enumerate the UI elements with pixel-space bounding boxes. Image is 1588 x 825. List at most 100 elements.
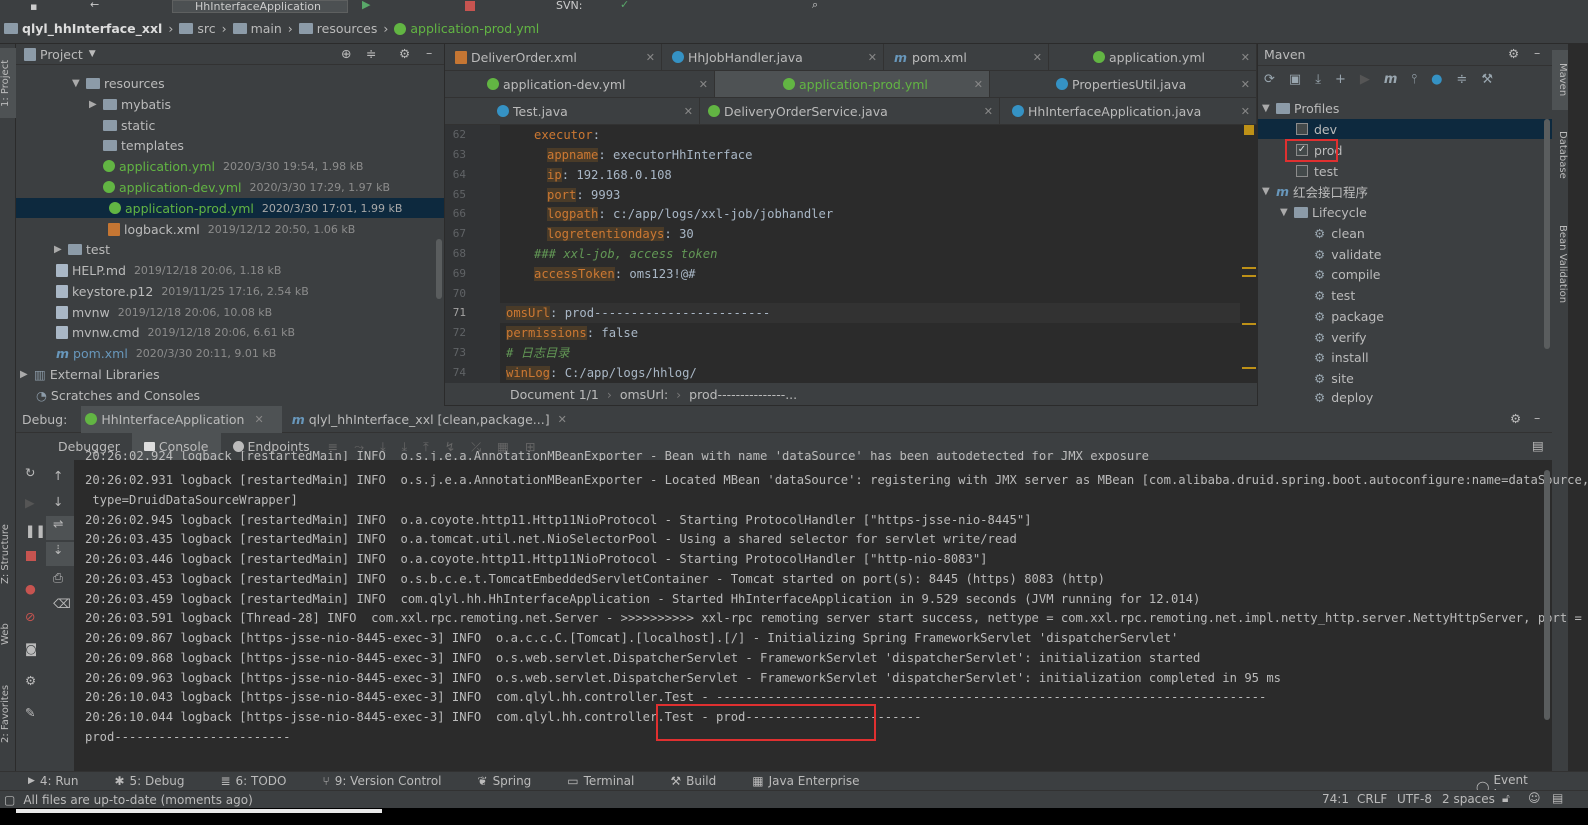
scroll-to-end-icon[interactable]: ⇣ bbox=[46, 542, 74, 566]
add-icon[interactable]: + bbox=[1335, 72, 1346, 87]
close-icon[interactable]: ✕ bbox=[254, 413, 263, 426]
layout-icon[interactable]: ▤ bbox=[1532, 438, 1544, 453]
tab-propertiesutil-java[interactable]: PropertiesUtil.java ✕ bbox=[990, 71, 1257, 98]
restart-icon[interactable]: ↻ bbox=[25, 465, 35, 480]
status-toggle-icon[interactable]: ▢ bbox=[4, 793, 15, 807]
tree-item-resources[interactable]: ▼ resources bbox=[72, 73, 165, 93]
structure-tool-tab[interactable]: Z: Structure bbox=[0, 514, 16, 594]
gear-icon[interactable]: ⚙ bbox=[399, 46, 410, 61]
gear-icon[interactable]: ⚙ bbox=[25, 673, 36, 688]
close-icon[interactable]: ✕ bbox=[1241, 78, 1250, 91]
tree-item-help-md[interactable]: HELP.md 2019/12/18 20:06, 1.18 kB bbox=[56, 260, 281, 280]
caret-position[interactable]: 74:1 bbox=[1322, 792, 1349, 806]
clear-icon[interactable]: ⌫ bbox=[53, 596, 71, 611]
profile-dev[interactable]: dev bbox=[1258, 119, 1552, 139]
tree-item-mybatis[interactable]: ▶ mybatis bbox=[89, 94, 171, 114]
hide-icon[interactable]: – bbox=[1534, 410, 1540, 425]
search-icon[interactable]: ⌕ bbox=[812, 0, 818, 12]
stop-icon[interactable] bbox=[26, 551, 36, 561]
database-tool-tab[interactable]: Database bbox=[1552, 120, 1568, 190]
tree-item-keystore[interactable]: keystore.p12 2019/11/25 17:16, 2.54 kB bbox=[56, 281, 309, 301]
yaml-path-key[interactable]: omsUrl: bbox=[620, 387, 668, 402]
breakpoints-icon[interactable]: ● bbox=[25, 581, 36, 596]
arrow-down-icon[interactable]: ↓ bbox=[53, 494, 63, 509]
yaml-document-indicator[interactable]: Document 1/1 bbox=[510, 387, 599, 402]
tool-tab-spring[interactable]: ❦ Spring bbox=[478, 774, 550, 788]
profile-test-checkbox[interactable] bbox=[1296, 165, 1308, 177]
tab-application-yml[interactable]: application.yml ✕ bbox=[1049, 44, 1257, 71]
breadcrumb-main[interactable]: main bbox=[232, 21, 282, 36]
camera-icon[interactable]: ◙ bbox=[25, 641, 37, 656]
maven-scrollbar[interactable] bbox=[1544, 119, 1550, 349]
debug-tab-app[interactable]: HhInterfaceApplication ✕ bbox=[81, 405, 282, 433]
goal-install[interactable]: ⚙ install bbox=[1314, 347, 1369, 367]
tool-tab-todo[interactable]: ≣ 6: TODO bbox=[220, 774, 304, 788]
profile-dev-checkbox[interactable] bbox=[1296, 123, 1308, 135]
close-icon[interactable]: ✕ bbox=[1241, 51, 1250, 64]
breadcrumb-file[interactable]: application-prod.yml bbox=[394, 21, 539, 36]
tab-application-dev-yml[interactable]: application-dev.yml ✕ bbox=[445, 71, 715, 98]
inspection-marker[interactable] bbox=[1244, 125, 1254, 135]
tool-tab-java-enterprise[interactable]: ▦ Java Enterprise bbox=[752, 774, 877, 788]
toggle-offline-icon[interactable]: ⫯ bbox=[1411, 72, 1417, 87]
maven-tool-tab[interactable]: Maven bbox=[1552, 50, 1568, 110]
collapse-icon[interactable]: ≑ bbox=[1456, 72, 1467, 87]
goal-validate[interactable]: ⚙ validate bbox=[1314, 244, 1381, 264]
goal-deploy[interactable]: ⚙ deploy bbox=[1314, 389, 1373, 406]
breadcrumb-project[interactable]: qlyl_hhInterface_xxl bbox=[4, 21, 162, 36]
tree-item-test[interactable]: ▶ test bbox=[54, 239, 110, 259]
web-tool-tab[interactable]: Web bbox=[0, 614, 16, 654]
file-encoding[interactable]: UTF-8 bbox=[1397, 792, 1432, 806]
debug-tab-maven[interactable]: m qlyl_hhInterface_xxl [clean,package...]… bbox=[282, 406, 577, 433]
download-icon[interactable]: ⤓ bbox=[1315, 72, 1321, 87]
close-icon[interactable]: ✕ bbox=[984, 105, 993, 118]
profile-test[interactable]: test bbox=[1296, 161, 1338, 181]
gear-icon[interactable]: ⚙ bbox=[1508, 46, 1519, 61]
tool-tab-run[interactable]: ▶ 4: Run bbox=[28, 774, 96, 788]
pin-icon[interactable]: ✎ bbox=[25, 705, 35, 720]
tree-item-logback-xml[interactable]: logback.xml 2019/12/12 20:50, 1.06 kB bbox=[108, 219, 355, 239]
indent-setting[interactable]: 2 spaces bbox=[1442, 792, 1495, 806]
tool-tab-version-control[interactable]: ⑂ 9: Version Control bbox=[322, 774, 459, 788]
close-icon[interactable]: ✕ bbox=[1241, 105, 1250, 118]
skip-tests-icon[interactable]: ● bbox=[1431, 72, 1442, 87]
tab-application-prod-yml[interactable]: application-prod.yml ✕ bbox=[715, 71, 990, 98]
tab-deliverorder-xml[interactable]: DeliverOrder.xml ✕ bbox=[445, 44, 662, 71]
bean-validation-tool-tab[interactable]: Bean Validation bbox=[1552, 214, 1568, 314]
tool-tab-build[interactable]: ⚒ Build bbox=[670, 774, 734, 788]
goal-clean[interactable]: ⚙ clean bbox=[1314, 223, 1365, 243]
gear-icon[interactable]: ⚙ bbox=[1510, 411, 1521, 426]
project-tool-tab[interactable]: 1: Project bbox=[0, 48, 16, 118]
resume-icon[interactable]: ▶ bbox=[25, 495, 35, 510]
soft-wrap-icon[interactable]: ⇌ bbox=[46, 516, 74, 540]
tab-hhinterfaceapplication-java[interactable]: HhInterfaceApplication.java ✕ bbox=[1000, 98, 1257, 125]
inspector-icon[interactable]: ☺ bbox=[1528, 791, 1541, 805]
tab-deliveryorderservice-java[interactable]: DeliveryOrderService.java ✕ bbox=[700, 98, 1000, 125]
tree-item-templates[interactable]: templates bbox=[103, 135, 184, 155]
tree-item-application-prod-yml[interactable]: application-prod.yml 2020/3/30 17:01, 1.9… bbox=[16, 198, 444, 218]
breadcrumb-resources[interactable]: resources bbox=[298, 21, 377, 36]
memory-icon[interactable]: ▤ bbox=[1552, 791, 1563, 805]
line-separator[interactable]: CRLF bbox=[1357, 792, 1387, 806]
maven-lifecycle-node[interactable]: ▼ Lifecycle bbox=[1280, 202, 1367, 222]
goal-site[interactable]: ⚙ site bbox=[1314, 368, 1354, 388]
project-view-select[interactable]: Project bbox=[40, 47, 83, 62]
goal-package[interactable]: ⚙ package bbox=[1314, 306, 1384, 326]
wrench-icon[interactable]: ⚒ bbox=[1481, 72, 1493, 87]
tree-item-pom-xml[interactable]: m pom.xml 2020/3/30 20:11, 9.01 kB bbox=[56, 343, 276, 363]
lock-icon[interactable]: 🔓︎ bbox=[1502, 791, 1510, 806]
pause-icon[interactable]: ❚❚ bbox=[25, 523, 46, 538]
collapse-icon[interactable]: ≑ bbox=[366, 46, 376, 61]
yaml-path-value[interactable]: prod---------------... bbox=[689, 387, 797, 402]
tree-item-mvnw-cmd[interactable]: mvnw.cmd 2019/12/18 20:06, 6.61 kB bbox=[56, 322, 295, 342]
run-icon[interactable]: ▶ bbox=[1360, 72, 1370, 87]
tab-hhjobhandler-java[interactable]: HhJobHandler.java ✕ bbox=[662, 44, 884, 71]
svn-commit-icon[interactable]: ✓ bbox=[620, 0, 629, 11]
close-icon[interactable]: ✕ bbox=[974, 78, 983, 91]
maven-project-node[interactable]: ▼ m 红会接口程序 bbox=[1262, 181, 1368, 201]
tab-test-java[interactable]: Test.java ✕ bbox=[445, 98, 700, 125]
print-icon[interactable]: ⎙ bbox=[53, 570, 63, 586]
run-config-select[interactable]: HhInterfaceApplication bbox=[172, 0, 348, 13]
tree-item-application-dev-yml[interactable]: application-dev.yml 2020/3/30 17:29, 1.97… bbox=[103, 177, 390, 197]
code-editor[interactable]: executor: appname: executorHhInterface i… bbox=[500, 125, 1256, 383]
